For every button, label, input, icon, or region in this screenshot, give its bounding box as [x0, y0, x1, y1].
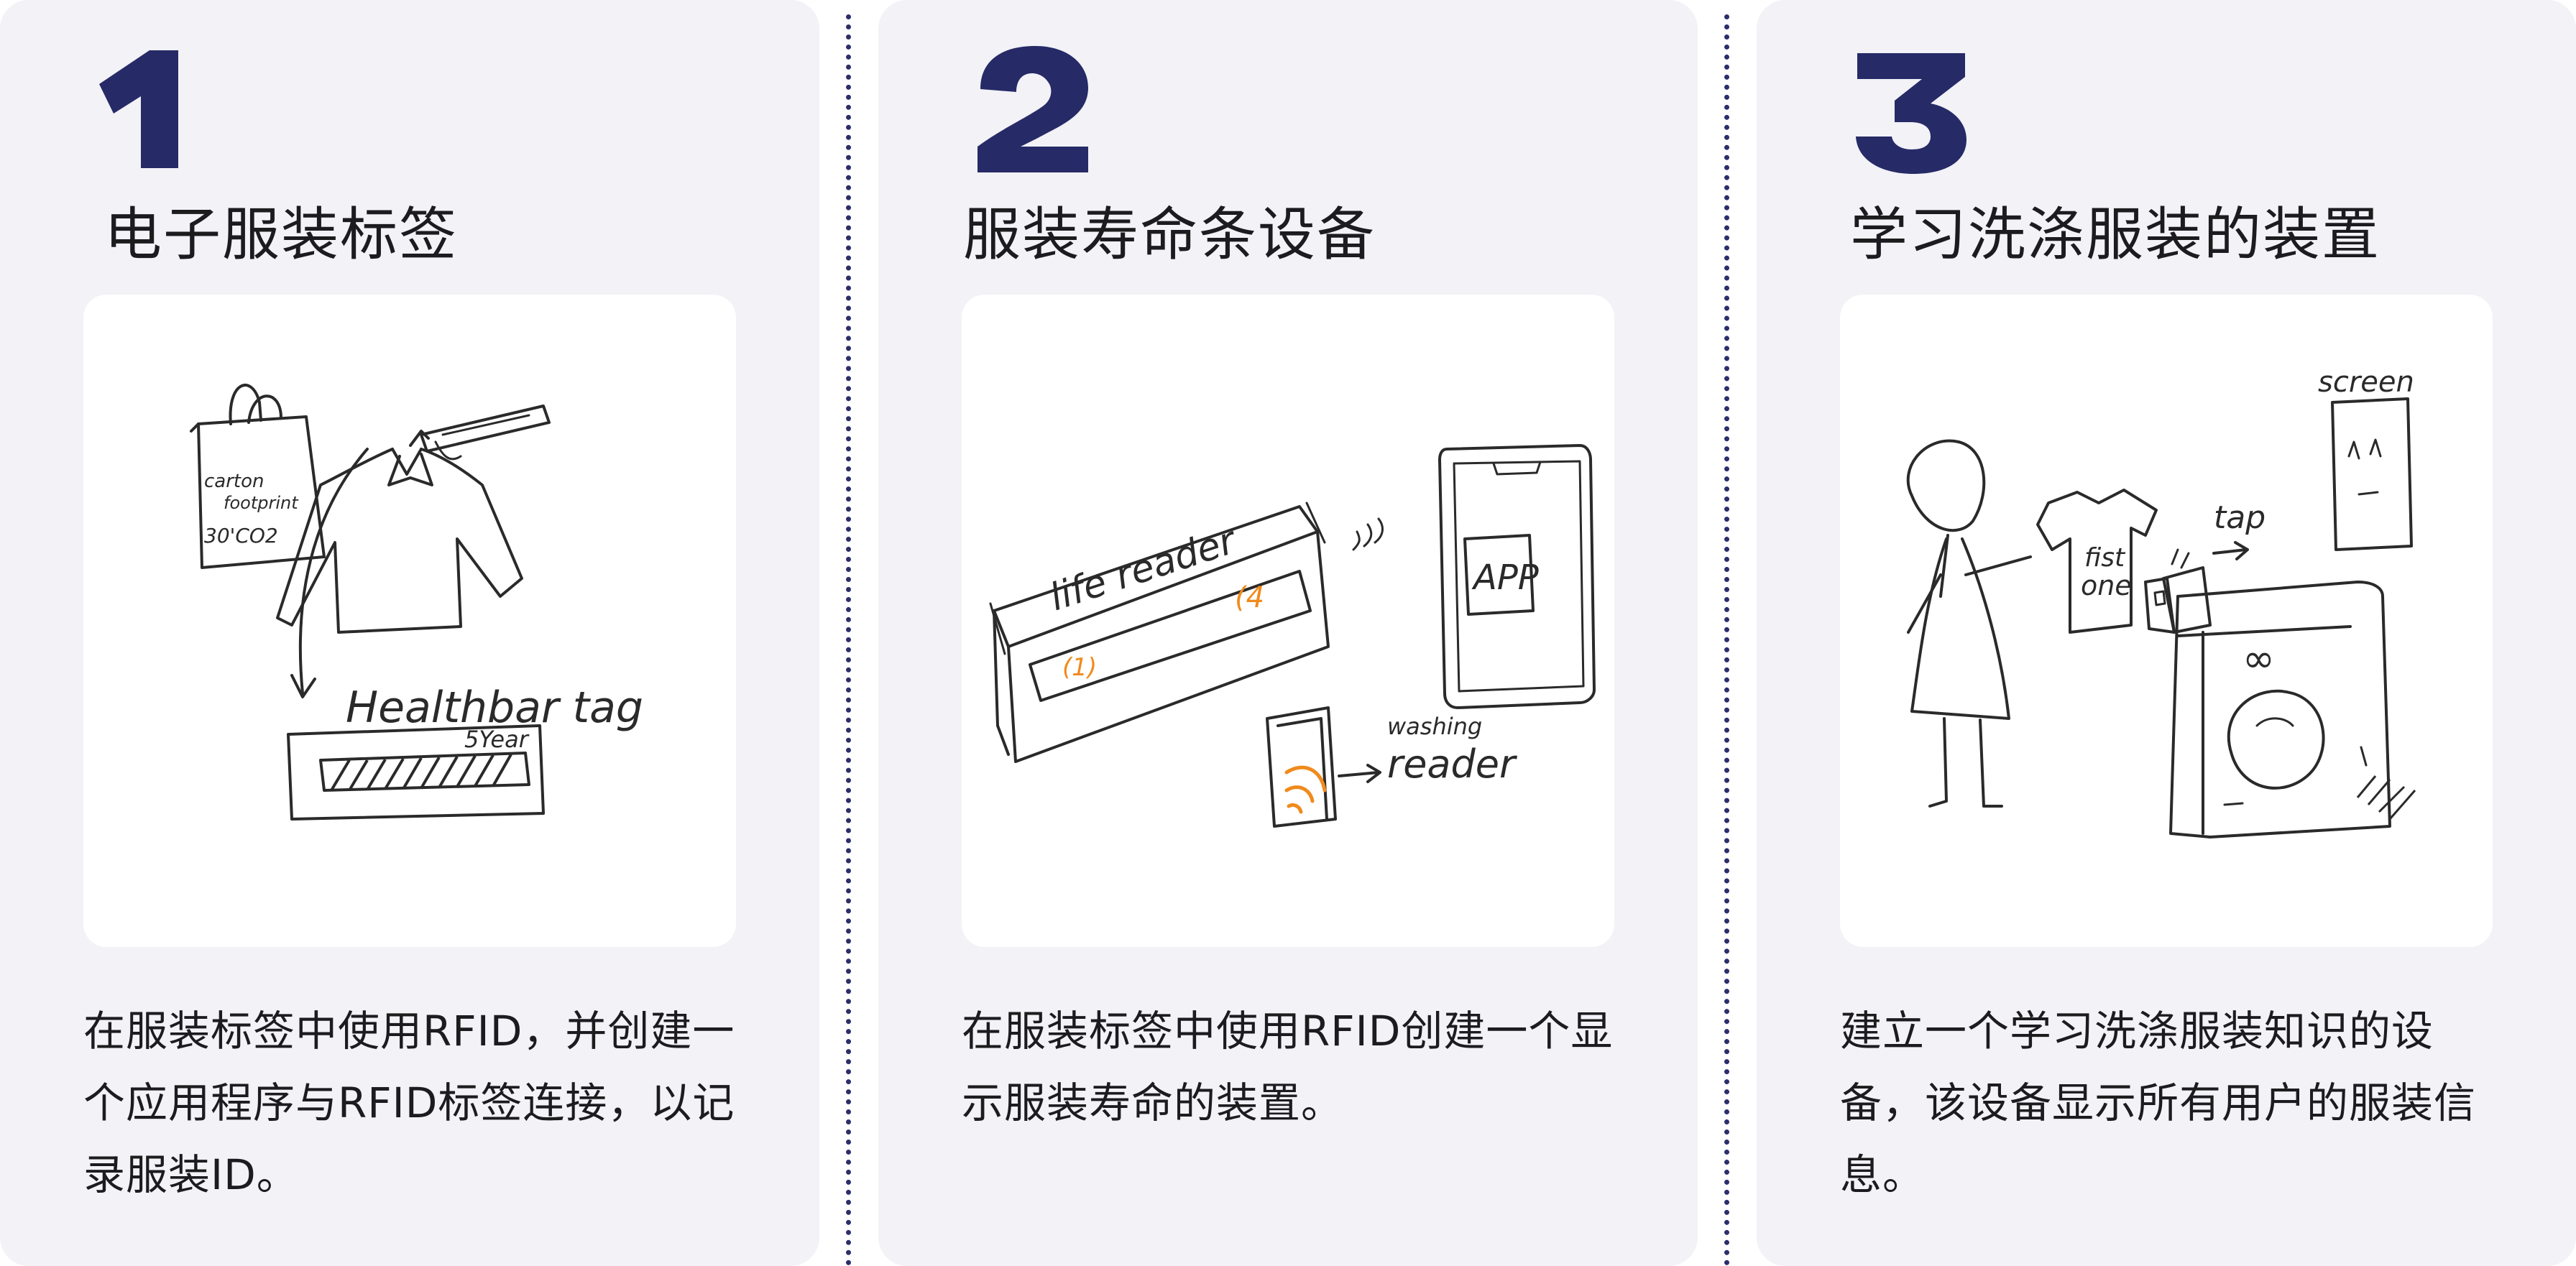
screen-left-label: (1) — [1062, 653, 1097, 682]
steps-infographic: 1 电子服装标签 carton footprint 30'CO2 — [0, 0, 2576, 1266]
washing-label: washing — [1387, 713, 1482, 740]
step-title-2: 服装寿命条设备 — [963, 201, 1376, 268]
shirt-label-2: one — [2081, 570, 2132, 601]
step-panel-2: 2 服装寿命条设备 life reader (1) (4 — [878, 0, 1698, 1266]
step-description-2: 在服装标签中使用RFID创建一个显示服装寿命的装置。 — [962, 1007, 1614, 1127]
bag-label-3: 30'CO2 — [204, 524, 278, 547]
sketch-card-3: fist one tap screen ∞ — [1840, 295, 2493, 947]
step-description-3: 建立一个学习洗涤服装知识的设备，该设备显示所有用户的服装信息。 — [1840, 1007, 2477, 1199]
bag-label-1: carton — [204, 471, 264, 492]
bag-label-2: footprint — [224, 493, 299, 513]
reader-label-2: reader — [1387, 741, 1517, 787]
step-number-1: 1 — [99, 50, 178, 168]
step-panel-3: 3 学习洗涤服装的装置 fist one — [1757, 0, 2576, 1266]
sketch-card-2: life reader (1) (4 APP washing reader — [962, 295, 1614, 947]
step-number-3: 3 — [1856, 53, 1966, 174]
step-description-1: 在服装标签中使用RFID，并创建一个应用程序与RFID标签连接，以记录服装ID。 — [83, 1007, 735, 1199]
sketch-card-1: carton footprint 30'CO2 Healthbar tag 5Y… — [83, 295, 736, 947]
sketch-laundry-device: fist one tap screen ∞ — [1906, 366, 2416, 838]
bar-label: 5Year — [464, 726, 530, 753]
machine-symbol: ∞ — [2242, 636, 2275, 681]
screen-right-label: (4 — [1235, 581, 1264, 614]
dotted-divider-1 — [846, 14, 851, 1266]
shirt-label-1: fist — [2084, 543, 2126, 573]
step-panel-1: 1 电子服装标签 carton footprint 30'CO2 — [0, 0, 819, 1266]
tap-label: tap — [2214, 499, 2266, 536]
sketch-rfid-tag: carton footprint 30'CO2 Healthbar tag 5Y… — [190, 384, 643, 821]
phone-app-label: APP — [1471, 558, 1539, 598]
reader-label: life reader — [1044, 519, 1243, 620]
dotted-divider-2 — [1724, 14, 1729, 1266]
sketch-life-reader: life reader (1) (4 APP washing reader — [989, 444, 1596, 828]
step-title-3: 学习洗涤服装的装置 — [1850, 201, 2380, 268]
step-number-2: 2 — [978, 46, 1088, 172]
step-title-1: 电子服装标签 — [104, 201, 458, 268]
screen-label: screen — [2318, 366, 2414, 399]
